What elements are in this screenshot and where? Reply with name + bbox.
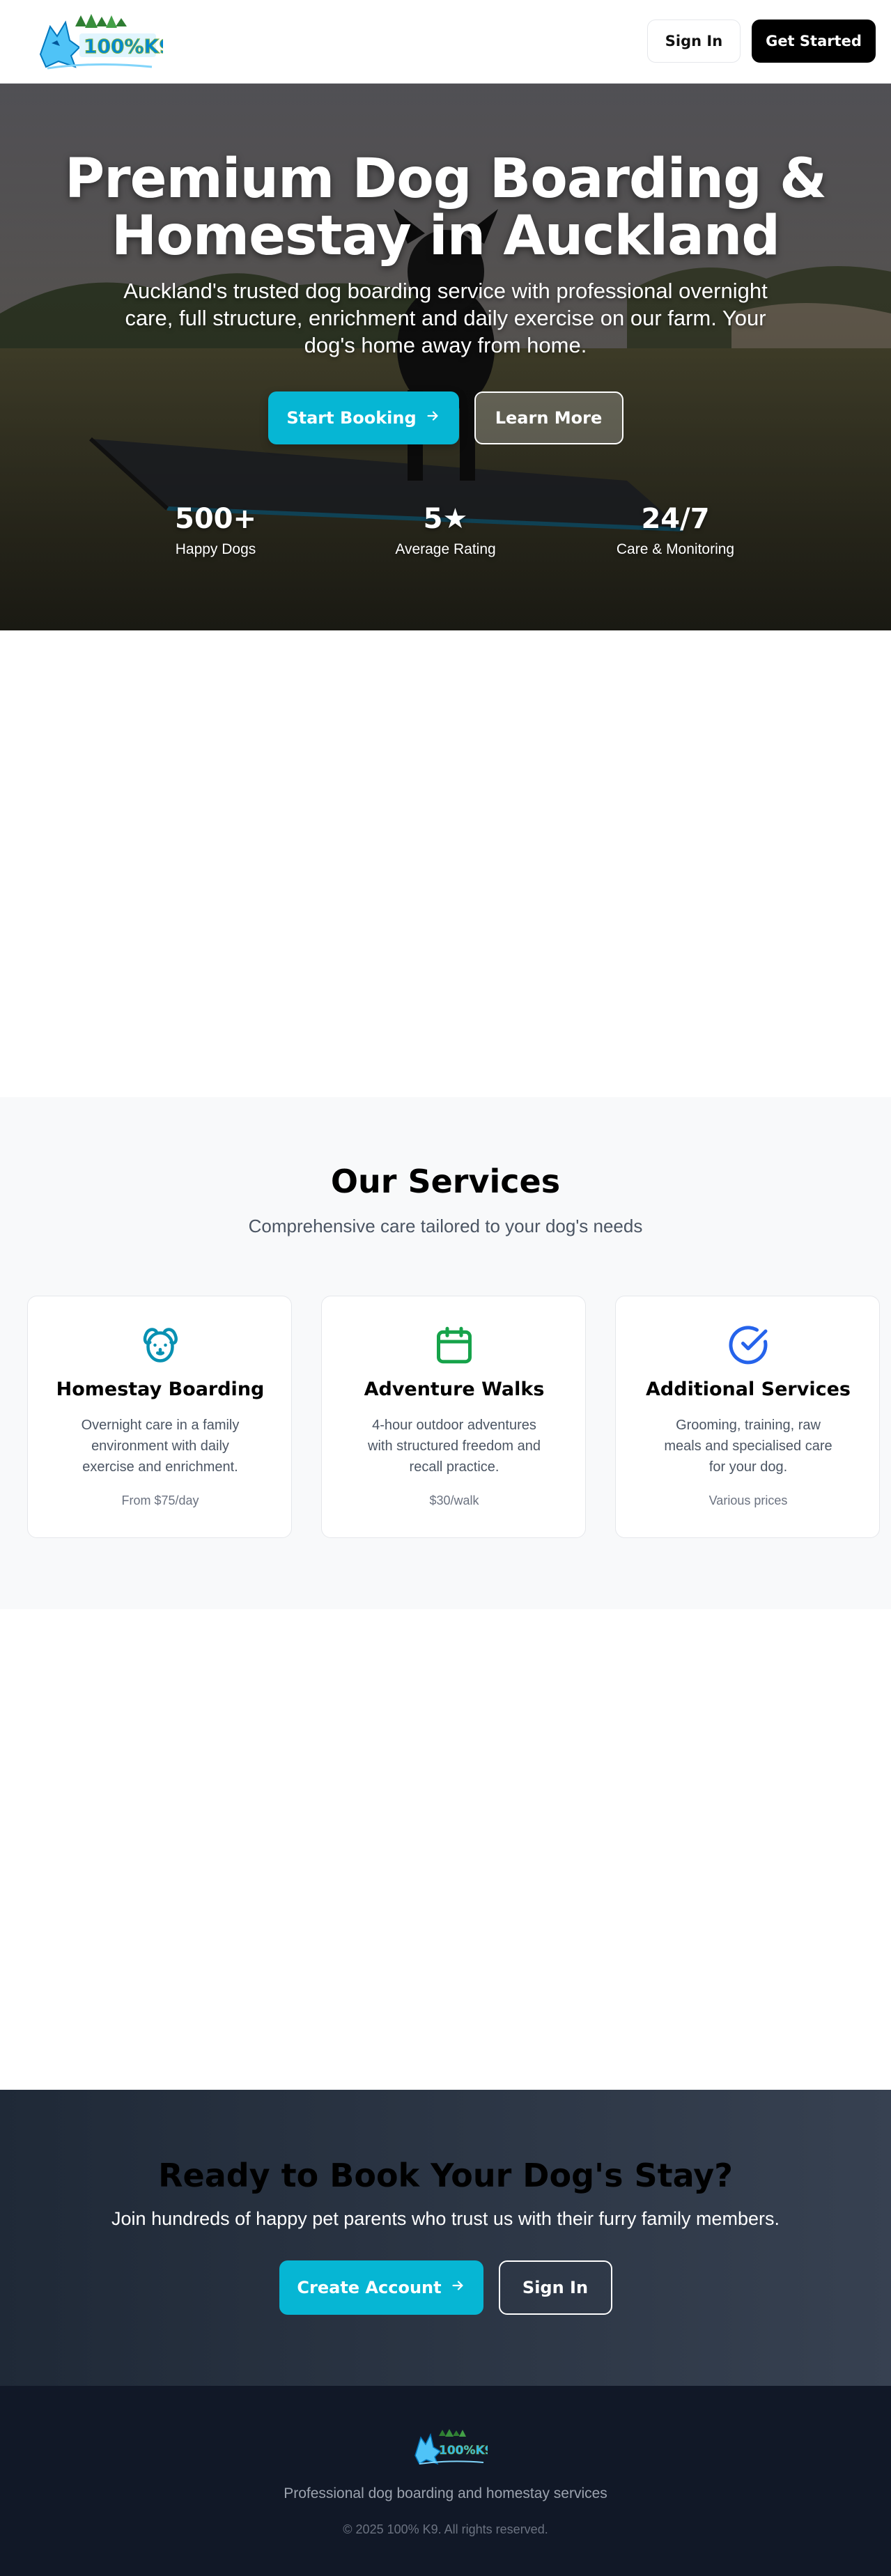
service-card-homestay-boarding[interactable]: Homestay Boarding Overnight care in a fa… (27, 1296, 292, 1538)
arrow-right-icon (450, 2278, 465, 2297)
svg-text:100%K9: 100%K9 (84, 35, 163, 58)
create-account-button[interactable]: Create Account (279, 2260, 483, 2315)
cta-title: Ready to Book Your Dog's Stay? (158, 2157, 733, 2194)
cta-sign-in-button[interactable]: Sign In (498, 2260, 612, 2315)
site-footer: 100%K9 Professional dog boarding and hom… (0, 2386, 891, 2576)
stat-label: Care & Monitoring (616, 541, 735, 557)
service-card-price: $30/walk (429, 1493, 479, 1507)
stat-value: 500+ (174, 503, 256, 535)
get-started-button[interactable]: Get Started (752, 20, 876, 63)
hero-content: Premium Dog Boarding & Homestay in Auckl… (0, 84, 891, 630)
brand-logo-icon[interactable]: 100%K9 (33, 13, 173, 72)
brand-logo-icon: 100%K9 (411, 2428, 493, 2467)
hero-section: Premium Dog Boarding & Homestay in Auckl… (0, 84, 891, 630)
hero-buttons: Start Booking Learn More (0, 391, 891, 444)
stat-label: Happy Dogs (175, 541, 256, 557)
hero-subtitle: Auckland's trusted dog boarding service … (123, 279, 768, 357)
start-booking-button[interactable]: Start Booking (268, 391, 459, 444)
site-header: 100%K9 Sign In Get Started (0, 0, 891, 84)
service-card-description: Grooming, training, raw meals and specia… (664, 1418, 832, 1475)
services-section: Our Services Comprehensive care tailored… (0, 1097, 891, 1609)
service-card-price: Various prices (708, 1493, 788, 1507)
dog-face-icon (139, 1324, 181, 1366)
service-card-description: 4-hour outdoor adventures with structure… (368, 1418, 541, 1475)
learn-more-button[interactable]: Learn More (474, 391, 623, 444)
service-card-title: Adventure Walks (364, 1379, 545, 1400)
stat-value: 5★ (423, 503, 468, 535)
start-booking-label: Start Booking (286, 408, 417, 428)
header-actions: Sign In Get Started (647, 20, 876, 63)
footer-copyright: © 2025 100% K9. All rights reserved. (343, 2522, 548, 2536)
footer-tagline: Professional dog boarding and homestay s… (284, 2485, 607, 2501)
service-card-description: Overnight care in a family environment w… (81, 1418, 240, 1475)
hero-stats: 500+ Happy Dogs 5★ Average Rating 24/7 C… (0, 502, 891, 560)
service-card-adventure-walks[interactable]: Adventure Walks 4-hour outdoor adventure… (321, 1296, 586, 1538)
stat-value: 24/7 (641, 503, 710, 535)
calendar-icon (433, 1324, 475, 1366)
arrow-right-icon (425, 408, 440, 428)
stat-happy-dogs: 500+ Happy Dogs (101, 502, 331, 560)
stat-average-rating: 5★ Average Rating (331, 502, 561, 560)
services-title: Our Services (330, 1163, 561, 1200)
cta-subtitle: Join hundreds of happy pet parents who t… (111, 2208, 780, 2229)
services-subtitle: Comprehensive care tailored to your dog'… (248, 1216, 643, 1236)
cta-buttons: Create Account Sign In (0, 2260, 891, 2315)
create-account-label: Create Account (297, 2278, 442, 2297)
hero-title: Premium Dog Boarding & Homestay in Auckl… (64, 148, 827, 267)
stat-care-monitoring: 24/7 Care & Monitoring (561, 502, 791, 560)
cta-section: Ready to Book Your Dog's Stay? Join hund… (0, 2090, 891, 2386)
service-card-price: From $75/day (121, 1493, 199, 1507)
check-circle-icon (727, 1324, 769, 1366)
sign-in-button[interactable]: Sign In (647, 20, 741, 63)
service-card-title: Additional Services (646, 1379, 851, 1400)
service-card-title: Homestay Boarding (56, 1379, 265, 1400)
service-card-additional-services[interactable]: Additional Services Grooming, training, … (615, 1296, 880, 1538)
stat-label: Average Rating (395, 541, 496, 557)
service-cards: Homestay Boarding Overnight care in a fa… (27, 1296, 880, 1538)
svg-text:100%K9: 100%K9 (439, 2444, 488, 2458)
